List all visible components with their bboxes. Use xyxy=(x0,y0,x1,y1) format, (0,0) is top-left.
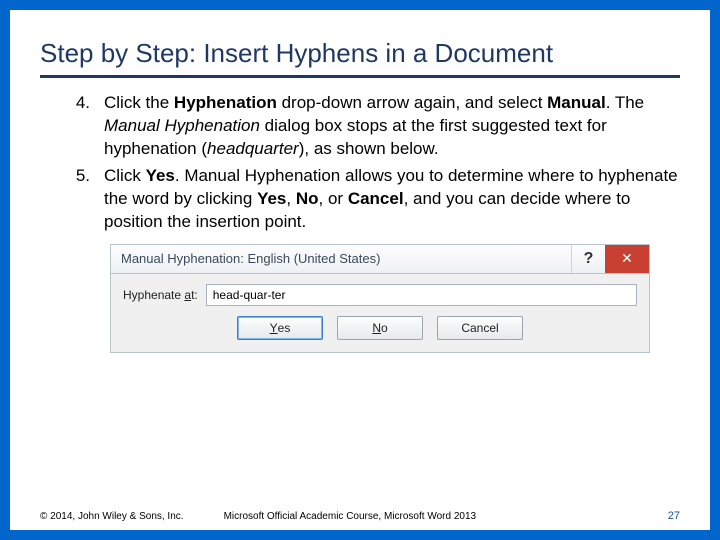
page-number: 27 xyxy=(668,510,680,522)
dialog-body: Hyphenate at: Yes No Cancel xyxy=(110,274,650,353)
list-number: 4. xyxy=(68,92,104,161)
no-button[interactable]: No xyxy=(337,316,423,340)
dialog-title-text: Manual Hyphenation: English (United Stat… xyxy=(121,250,571,268)
help-icon[interactable]: ? xyxy=(571,245,605,273)
hyphenation-dialog: Manual Hyphenation: English (United Stat… xyxy=(110,244,650,353)
close-icon[interactable]: ✕ xyxy=(605,245,649,273)
content-body: 4.Click the Hyphenation drop-down arrow … xyxy=(40,92,680,353)
cancel-button[interactable]: Cancel xyxy=(437,316,523,340)
dialog-titlebar: Manual Hyphenation: English (United Stat… xyxy=(110,244,650,274)
list-item: 4.Click the Hyphenation drop-down arrow … xyxy=(40,92,680,161)
list-number: 5. xyxy=(68,165,104,234)
list-item: 5.Click Yes. Manual Hyphenation allows y… xyxy=(40,165,680,234)
hyphenate-input[interactable] xyxy=(206,284,637,306)
dialog-buttons: Yes No Cancel xyxy=(123,316,637,340)
list-text: Click Yes. Manual Hyphenation allows you… xyxy=(104,165,680,234)
hyphenate-row: Hyphenate at: xyxy=(123,284,637,306)
yes-button[interactable]: Yes xyxy=(237,316,323,340)
hyphenate-label: Hyphenate at: xyxy=(123,287,198,303)
slide: Step by Step: Insert Hyphens in a Docume… xyxy=(10,10,710,530)
footer: © 2014, John Wiley & Sons, Inc. Microsof… xyxy=(40,510,680,522)
page-title: Step by Step: Insert Hyphens in a Docume… xyxy=(40,38,680,78)
list-text: Click the Hyphenation drop-down arrow ag… xyxy=(104,92,680,161)
copyright: © 2014, John Wiley & Sons, Inc. xyxy=(40,511,184,522)
footer-center: Microsoft Official Academic Course, Micr… xyxy=(224,511,668,522)
